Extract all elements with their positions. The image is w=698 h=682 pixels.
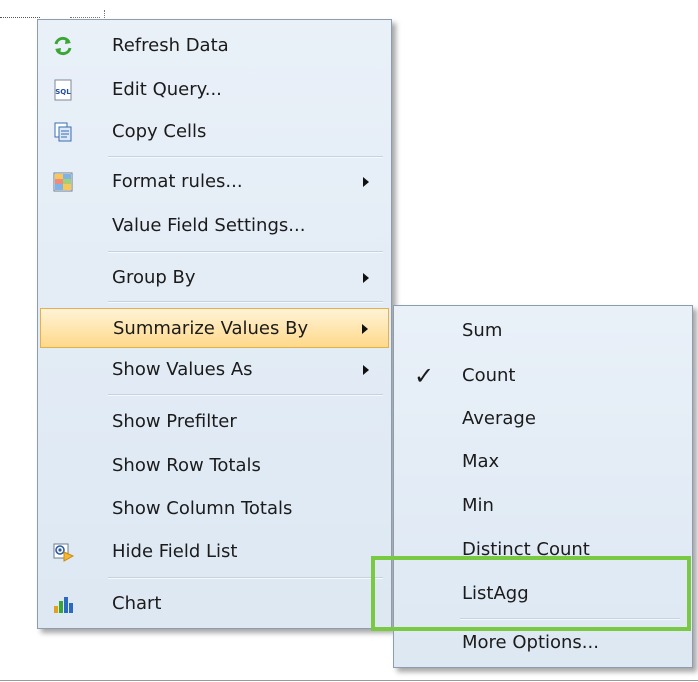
menu-item-label: Show Column Totals <box>112 498 293 519</box>
menu-item-copy-cells[interactable]: Copy Cells <box>40 112 389 152</box>
menu-item-label: Group By <box>112 267 196 288</box>
submenu-item-min[interactable]: Min <box>396 486 690 526</box>
listagg-highlight-box <box>371 556 691 631</box>
copy-icon <box>54 122 72 142</box>
menu-item-label: Refresh Data <box>112 35 229 56</box>
hide-field-list-icon <box>53 543 74 562</box>
menu-item-label: Show Prefilter <box>112 411 237 432</box>
menu-separator <box>108 577 383 579</box>
menu-item-show-row-totals[interactable]: Show Row Totals <box>40 446 389 486</box>
menu-item-label: Hide Field List <box>112 541 238 562</box>
menu-item-value-field-settings[interactable]: Value Field Settings... <box>40 206 389 246</box>
format-rules-icon <box>53 172 73 192</box>
menu-item-group-by[interactable]: Group By <box>40 258 389 298</box>
submenu-arrow-icon <box>363 365 369 375</box>
menu-separator <box>108 301 383 303</box>
submenu-item-average[interactable]: Average <box>396 399 690 439</box>
menu-separator <box>108 251 383 253</box>
worksheet-dotted-border <box>0 17 40 18</box>
menu-item-show-column-totals[interactable]: Show Column Totals <box>40 489 389 529</box>
submenu-item-max[interactable]: Max <box>396 442 690 482</box>
menu-item-show-values-as[interactable]: Show Values As <box>40 350 389 390</box>
menu-item-label: Show Values As <box>112 359 253 380</box>
menu-item-label: Value Field Settings... <box>112 215 306 236</box>
svg-text:SQL: SQL <box>55 88 71 96</box>
submenu-item-label: Count <box>462 365 516 386</box>
menu-item-label: Show Row Totals <box>112 455 261 476</box>
menu-item-format-rules[interactable]: Format rules... <box>40 162 389 202</box>
submenu-item-label: Min <box>462 495 494 516</box>
worksheet-dotted-border <box>70 17 100 18</box>
menu-item-hide-field-list[interactable]: Hide Field List <box>40 532 389 572</box>
menu-item-label: Chart <box>112 593 162 614</box>
chart-icon <box>54 597 73 613</box>
sql-icon: SQL <box>54 79 72 101</box>
check-icon: ✓ <box>414 362 435 390</box>
menu-item-label: Summarize Values By <box>113 318 309 339</box>
menu-item-label: Copy Cells <box>112 121 207 142</box>
menu-separator <box>108 156 383 158</box>
submenu-arrow-icon <box>362 324 368 334</box>
submenu-item-sum[interactable]: Sum <box>396 311 690 351</box>
submenu-arrow-icon <box>363 177 369 187</box>
submenu-item-count[interactable]: ✓ Count <box>396 356 690 396</box>
menu-item-refresh-data[interactable]: Refresh Data <box>40 26 389 66</box>
menu-separator <box>108 394 383 396</box>
menu-item-label: Edit Query... <box>112 79 222 100</box>
refresh-icon <box>54 36 72 56</box>
submenu-item-label: Sum <box>462 320 503 341</box>
worksheet-divider <box>0 680 698 681</box>
menu-item-label: Format rules... <box>112 171 243 192</box>
context-menu: Refresh Data SQL Edit Query... Copy Cell… <box>37 19 392 629</box>
menu-item-chart[interactable]: Chart <box>40 584 389 624</box>
menu-item-edit-query[interactable]: SQL Edit Query... <box>40 70 389 110</box>
menu-item-show-prefilter[interactable]: Show Prefilter <box>40 402 389 442</box>
submenu-item-label: Max <box>462 451 500 472</box>
submenu-arrow-icon <box>363 273 369 283</box>
submenu-item-label: Average <box>462 408 536 429</box>
menu-item-summarize-values-by[interactable]: Summarize Values By <box>40 308 389 348</box>
